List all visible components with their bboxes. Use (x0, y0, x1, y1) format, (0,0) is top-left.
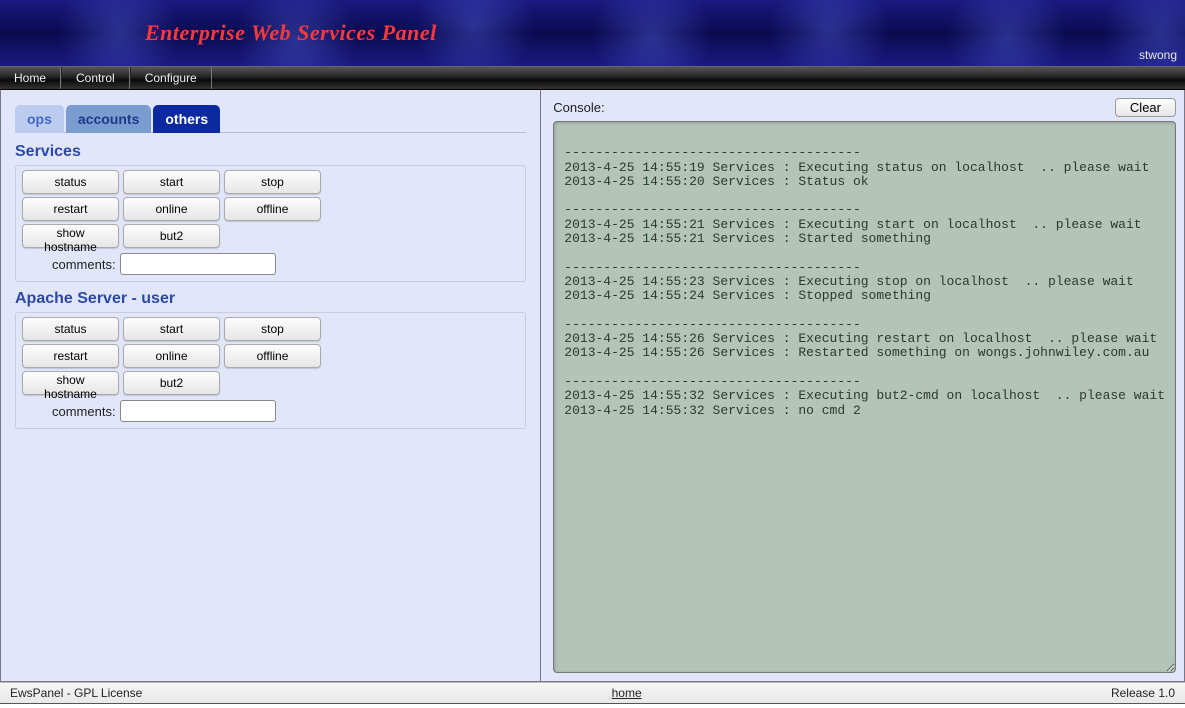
apache-show-hostname-button[interactable]: show hostname (22, 371, 119, 395)
apache-offline-button[interactable]: offline (224, 344, 321, 368)
right-pane: Console: Clear -------------------------… (541, 90, 1185, 682)
console-output[interactable]: -------------------------------------- 2… (553, 121, 1176, 673)
tab-accounts[interactable]: accounts (66, 105, 151, 133)
services-restart-button[interactable]: restart (22, 197, 119, 221)
footer-home-link[interactable]: home (612, 686, 642, 700)
section-box-services: status start stop restart online offline… (15, 165, 526, 282)
console-clear-button[interactable]: Clear (1115, 98, 1176, 117)
nav-configure[interactable]: Configure (130, 67, 212, 89)
tab-others[interactable]: others (153, 105, 220, 133)
services-comments-label: comments: (52, 257, 116, 272)
nav-home[interactable]: Home (0, 67, 61, 89)
section-title-services: Services (15, 143, 526, 161)
left-pane: ops accounts others Services status star… (0, 90, 541, 682)
apache-status-button[interactable]: status (22, 317, 119, 341)
tab-ops[interactable]: ops (15, 105, 64, 133)
services-but2-button[interactable]: but2 (123, 224, 220, 248)
apache-comments-input[interactable] (120, 400, 276, 422)
section-title-apache: Apache Server - user (15, 290, 526, 308)
services-comments-input[interactable] (120, 253, 276, 275)
console-title: Console: (553, 100, 604, 115)
tabstrip: ops accounts others (15, 104, 526, 133)
footer-right: Release 1.0 (1111, 686, 1175, 700)
nav-control[interactable]: Control (61, 67, 130, 89)
apache-start-button[interactable]: start (123, 317, 220, 341)
services-offline-button[interactable]: offline (224, 197, 321, 221)
current-user: stwong (1139, 48, 1177, 62)
apache-online-button[interactable]: online (123, 344, 220, 368)
services-start-button[interactable]: start (123, 170, 220, 194)
services-online-button[interactable]: online (123, 197, 220, 221)
apache-restart-button[interactable]: restart (22, 344, 119, 368)
app-title: Enterprise Web Services Panel (0, 0, 1185, 46)
main-navbar: Home Control Configure (0, 66, 1185, 90)
apache-stop-button[interactable]: stop (224, 317, 321, 341)
section-box-apache: status start stop restart online offline… (15, 312, 526, 429)
footer-bar: EwsPanel - GPL License home Release 1.0 (0, 682, 1185, 703)
services-stop-button[interactable]: stop (224, 170, 321, 194)
apache-comments-label: comments: (52, 404, 116, 419)
services-status-button[interactable]: status (22, 170, 119, 194)
footer-left: EwsPanel - GPL License (10, 686, 142, 700)
services-show-hostname-button[interactable]: show hostname (22, 224, 119, 248)
apache-but2-button[interactable]: but2 (123, 371, 220, 395)
header-banner: Enterprise Web Services Panel stwong (0, 0, 1185, 66)
